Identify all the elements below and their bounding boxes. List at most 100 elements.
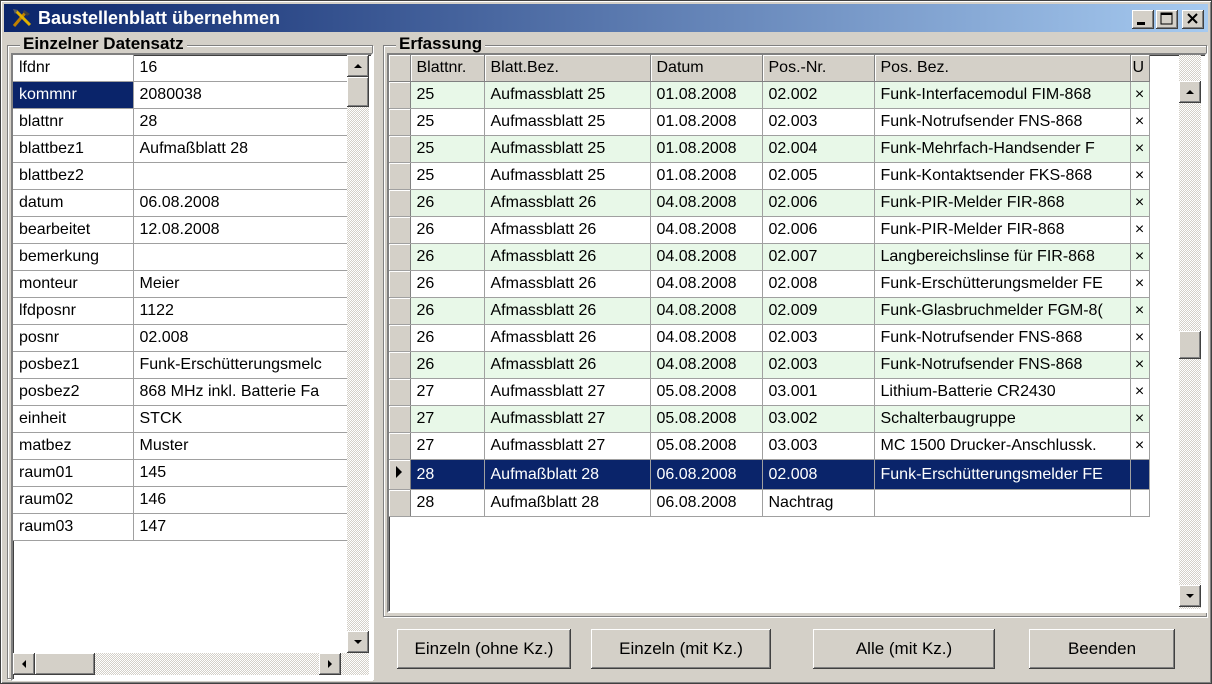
hscroll-thumb[interactable] — [35, 653, 95, 675]
cell-posbez[interactable]: Langbereichslinse für FIR-868 — [874, 243, 1131, 271]
record-field-value[interactable]: 146 — [133, 486, 348, 514]
cell-blattnr[interactable]: 25 — [410, 162, 485, 190]
minimize-button[interactable] — [1132, 10, 1154, 29]
cell-posnr[interactable]: 02.006 — [762, 216, 875, 244]
record-field-value[interactable]: 145 — [133, 459, 348, 487]
cell-blattnr[interactable]: 26 — [410, 189, 485, 217]
cell-blattnr[interactable]: 28 — [410, 489, 485, 517]
scroll-up-button[interactable] — [1179, 81, 1201, 103]
cell-u[interactable]: × — [1130, 81, 1150, 109]
table-row[interactable]: 27 Aufmassblatt 27 05.08.2008 03.002 Schalte… — [389, 405, 1150, 433]
row-indicator[interactable] — [389, 135, 411, 163]
cell-posnr[interactable]: 02.003 — [762, 108, 875, 136]
record-row[interactable]: blattbez2 — [13, 162, 348, 190]
record-field-value[interactable] — [133, 243, 348, 271]
scroll-thumb[interactable] — [1179, 331, 1201, 359]
cell-posnr[interactable]: 03.001 — [762, 378, 875, 406]
table-row[interactable]: 25 Aufmassblatt 25 01.08.2008 02.002 Funk-In… — [389, 81, 1150, 109]
cell-posbez[interactable]: Funk-Notrufsender FNS-868 — [874, 351, 1131, 379]
cell-blattbez[interactable]: Afmassblatt 26 — [484, 324, 651, 352]
cell-posnr[interactable]: Nachtrag — [762, 489, 875, 517]
cell-u[interactable] — [1130, 459, 1150, 490]
cell-blattbez[interactable]: Afmassblatt 26 — [484, 297, 651, 325]
cell-posnr[interactable]: 02.008 — [762, 270, 875, 298]
record-field-value[interactable]: 02.008 — [133, 324, 348, 352]
cell-blattbez[interactable]: Afmassblatt 26 — [484, 216, 651, 244]
table-row[interactable]: 25 Aufmassblatt 25 01.08.2008 02.004 Funk-Me… — [389, 135, 1150, 163]
record-row[interactable]: posbez1 Funk-Erschütterungsmelc — [13, 351, 348, 379]
scroll-down-button[interactable] — [347, 631, 369, 653]
cell-posbez[interactable]: Funk-Erschütterungsmelder FE — [874, 459, 1131, 490]
cell-datum[interactable]: 04.08.2008 — [650, 351, 763, 379]
cell-posnr[interactable]: 02.003 — [762, 351, 875, 379]
cell-posnr[interactable]: 02.008 — [762, 459, 875, 490]
scroll-up-button[interactable] — [347, 55, 369, 77]
cell-posnr[interactable]: 02.002 — [762, 81, 875, 109]
cell-posbez[interactable]: Funk-PIR-Melder FIR-868 — [874, 216, 1131, 244]
cell-blattnr[interactable]: 26 — [410, 297, 485, 325]
scroll-down-button[interactable] — [1179, 585, 1201, 607]
cell-posbez[interactable]: MC 1500 Drucker-Anschlussk. — [874, 432, 1131, 460]
table-row[interactable]: 26 Afmassblatt 26 04.08.2008 02.003 Funk-Not… — [389, 351, 1150, 379]
cell-datum[interactable]: 05.08.2008 — [650, 405, 763, 433]
table-row[interactable]: 26 Afmassblatt 26 04.08.2008 02.006 Funk-PIR… — [389, 189, 1150, 217]
row-indicator[interactable] — [389, 108, 411, 136]
row-indicator[interactable] — [389, 216, 411, 244]
cell-datum[interactable]: 04.08.2008 — [650, 243, 763, 271]
record-row[interactable]: bemerkung — [13, 243, 348, 271]
scroll-right-button[interactable] — [319, 653, 341, 675]
record-row[interactable]: raum03 147 — [13, 513, 348, 541]
cell-posbez[interactable]: Funk-Notrufsender FNS-868 — [874, 108, 1131, 136]
cell-posnr[interactable]: 02.004 — [762, 135, 875, 163]
cell-blattbez[interactable]: Aufmassblatt 27 — [484, 405, 651, 433]
cell-blattnr[interactable]: 28 — [410, 459, 485, 490]
record-row[interactable]: raum01 145 — [13, 459, 348, 487]
cell-blattnr[interactable]: 26 — [410, 216, 485, 244]
cell-posbez[interactable]: Funk-Notrufsender FNS-868 — [874, 324, 1131, 352]
cell-u[interactable]: × — [1130, 189, 1150, 217]
cell-blattnr[interactable]: 25 — [410, 81, 485, 109]
row-indicator[interactable] — [389, 378, 411, 406]
cell-posbez[interactable]: Lithium-Batterie CR2430 — [874, 378, 1131, 406]
cell-posbez[interactable]: Funk-Mehrfach-Handsender F — [874, 135, 1131, 163]
cell-blattbez[interactable]: Aufmassblatt 25 — [484, 162, 651, 190]
table-row[interactable]: 26 Afmassblatt 26 04.08.2008 02.003 Funk-Not… — [389, 324, 1150, 352]
cell-u[interactable]: × — [1130, 270, 1150, 298]
record-field-value[interactable]: 1122 — [133, 297, 348, 325]
cell-datum[interactable]: 04.08.2008 — [650, 216, 763, 244]
maximize-button[interactable] — [1156, 10, 1178, 29]
scroll-left-button[interactable] — [13, 653, 35, 675]
cell-blattnr[interactable]: 26 — [410, 324, 485, 352]
record-row[interactable]: lfdnr 16 — [13, 55, 348, 82]
record-field-value[interactable]: 868 MHz inkl. Batterie Fa — [133, 378, 348, 406]
record-horizontal-scrollbar[interactable] — [13, 653, 369, 675]
cell-datum[interactable]: 01.08.2008 — [650, 162, 763, 190]
cell-datum[interactable]: 04.08.2008 — [650, 270, 763, 298]
record-field-value[interactable]: 16 — [133, 55, 348, 82]
record-row[interactable]: raum02 146 — [13, 486, 348, 514]
row-indicator[interactable] — [389, 324, 411, 352]
cell-posbez[interactable] — [874, 489, 1131, 517]
cell-datum[interactable]: 01.08.2008 — [650, 81, 763, 109]
record-grid[interactable]: lfdnr 16 kommnr 2080038 blattnr 28 blattbez1 Au… — [11, 53, 373, 681]
cell-blattnr[interactable]: 27 — [410, 378, 485, 406]
table-row[interactable]: 26 Afmassblatt 26 04.08.2008 02.006 Funk-PIR… — [389, 216, 1150, 244]
title-bar[interactable]: Baustellenblatt übernehmen — [4, 4, 1208, 32]
cell-posnr[interactable]: 02.006 — [762, 189, 875, 217]
cell-datum[interactable]: 01.08.2008 — [650, 108, 763, 136]
cell-datum[interactable]: 05.08.2008 — [650, 432, 763, 460]
einzeln-mit-button[interactable]: Einzeln (mit Kz.) — [591, 629, 771, 669]
cell-posbez[interactable]: Funk-Kontaktsender FKS-868 — [874, 162, 1131, 190]
cell-blattbez[interactable]: Afmassblatt 26 — [484, 189, 651, 217]
cell-blattbez[interactable]: Aufmaßblatt 28 — [484, 459, 651, 490]
beenden-button[interactable]: Beenden — [1029, 629, 1175, 669]
cell-posbez[interactable]: Funk-Erschütterungsmelder FE — [874, 270, 1131, 298]
record-field-value[interactable]: 12.08.2008 — [133, 216, 348, 244]
cell-blattnr[interactable]: 26 — [410, 270, 485, 298]
column-header-u[interactable]: U — [1130, 55, 1150, 82]
table-row[interactable]: 26 Afmassblatt 26 04.08.2008 02.009 Funk-Gla… — [389, 297, 1150, 325]
capture-vertical-scrollbar[interactable] — [1179, 55, 1201, 609]
cell-blattnr[interactable]: 26 — [410, 351, 485, 379]
table-row[interactable]: 27 Aufmassblatt 27 05.08.2008 03.003 MC 1500… — [389, 432, 1150, 460]
cell-blattbez[interactable]: Aufmassblatt 25 — [484, 135, 651, 163]
